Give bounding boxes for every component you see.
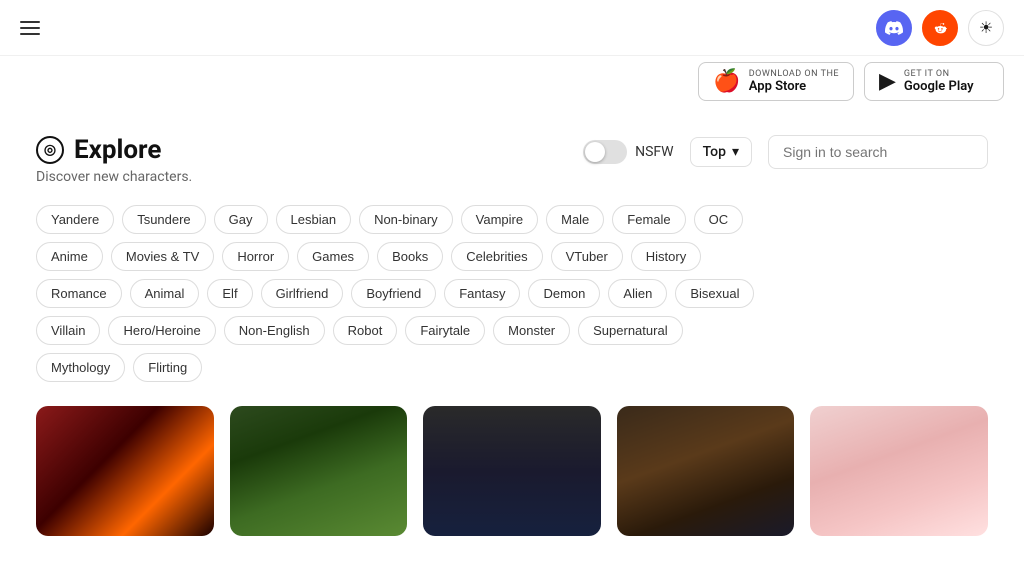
- tag-non-english[interactable]: Non-English: [224, 316, 325, 345]
- tag-girlfriend[interactable]: Girlfriend: [261, 279, 344, 308]
- explore-header: ◎ Explore Discover new characters. NSFW …: [36, 135, 988, 185]
- reddit-button[interactable]: [922, 10, 958, 46]
- tag-flirting[interactable]: Flirting: [133, 353, 202, 382]
- tag-vtuber[interactable]: VTuber: [551, 242, 623, 271]
- tag-gay[interactable]: Gay: [214, 205, 268, 234]
- tag-boyfriend[interactable]: Boyfriend: [351, 279, 436, 308]
- tag-celebrities[interactable]: Celebrities: [451, 242, 542, 271]
- chevron-down-icon: ▾: [732, 144, 739, 160]
- google-play-small: GET IT ON: [904, 69, 974, 79]
- tag-demon[interactable]: Demon: [528, 279, 600, 308]
- tag-bisexual[interactable]: Bisexual: [675, 279, 754, 308]
- character-card-3[interactable]: [423, 406, 601, 536]
- tag-animal[interactable]: Animal: [130, 279, 200, 308]
- tag-mythology[interactable]: Mythology: [36, 353, 125, 382]
- tag-horror[interactable]: Horror: [222, 242, 289, 271]
- tags-section: Yandere Tsundere Gay LesbianNon-binary Vampi…: [36, 205, 988, 382]
- explore-icon: ◎: [36, 136, 64, 164]
- tags-row-5: Mythology Flirting: [36, 353, 988, 382]
- tag-male[interactable]: Male: [546, 205, 604, 234]
- tag-fairytale[interactable]: Fairytale: [405, 316, 485, 345]
- apple-icon: 🍎: [713, 69, 740, 94]
- top-dropdown[interactable]: Top ▾: [690, 137, 752, 167]
- tag-hero-heroine[interactable]: Hero/Heroine: [108, 316, 215, 345]
- tag-yandere[interactable]: Yandere: [36, 205, 114, 234]
- google-play-badge[interactable]: ▶ GET IT ON Google Play: [864, 62, 1004, 101]
- tag-games[interactable]: Games: [297, 242, 369, 271]
- nav-left: [20, 21, 40, 35]
- tag-history[interactable]: History: [631, 242, 701, 271]
- tag-romance[interactable]: Romance: [36, 279, 122, 308]
- app-store-small: Download on the: [749, 69, 839, 79]
- tag-books[interactable]: Books: [377, 242, 443, 271]
- nsfw-label: NSFW: [635, 144, 673, 160]
- tags-row-4: Villain Hero/Heroine Non-English RobotFairy…: [36, 316, 988, 345]
- tag-supernatural[interactable]: Supernatural: [578, 316, 682, 345]
- tag-villain[interactable]: Villain: [36, 316, 100, 345]
- character-card-5[interactable]: [810, 406, 988, 536]
- tags-row-1: Yandere Tsundere Gay LesbianNon-binary Vampi…: [36, 205, 988, 234]
- character-card-2[interactable]: [230, 406, 408, 536]
- character-card-4[interactable]: [617, 406, 795, 536]
- tag-movies---tv[interactable]: Movies & TV: [111, 242, 214, 271]
- app-store-name: App Store: [749, 79, 839, 94]
- explore-title-text: Explore: [74, 135, 161, 165]
- tag-monster[interactable]: Monster: [493, 316, 570, 345]
- tag-lesbian[interactable]: Lesbian: [276, 205, 352, 234]
- tag-non-binary[interactable]: Non-binary: [359, 205, 453, 234]
- tag-anime[interactable]: Anime: [36, 242, 103, 271]
- search-input[interactable]: [768, 135, 988, 169]
- tag-robot[interactable]: Robot: [333, 316, 398, 345]
- top-label: Top: [703, 144, 726, 160]
- character-card-1[interactable]: [36, 406, 214, 536]
- explore-subtitle: Discover new characters.: [36, 169, 192, 185]
- tag-female[interactable]: Female: [612, 205, 685, 234]
- discord-button[interactable]: [876, 10, 912, 46]
- app-store-badge[interactable]: 🍎 Download on the App Store: [698, 62, 854, 101]
- tag-tsundere[interactable]: Tsundere: [122, 205, 205, 234]
- tag-fantasy[interactable]: Fantasy: [444, 279, 520, 308]
- main-content: ◎ Explore Discover new characters. NSFW …: [0, 107, 1024, 536]
- tag-vampire[interactable]: Vampire: [461, 205, 538, 234]
- cards-grid: [36, 406, 988, 536]
- google-play-icon: ▶: [879, 69, 896, 94]
- top-nav: ☀: [0, 0, 1024, 56]
- tags-row-2: Anime Movies & TV Horror Games Books Celebrit…: [36, 242, 988, 271]
- explore-controls: NSFW Top ▾: [583, 135, 988, 169]
- nav-right: ☀: [876, 10, 1004, 46]
- hamburger-menu[interactable]: [20, 21, 40, 35]
- store-bar: 🍎 Download on the App Store ▶ GET IT ON …: [0, 56, 1024, 107]
- tags-row-3: Romance AnimalElf GirlfriendBoyfriend Fanta…: [36, 279, 988, 308]
- google-play-name: Google Play: [904, 79, 974, 94]
- tag-elf[interactable]: Elf: [207, 279, 252, 308]
- theme-toggle-button[interactable]: ☀: [968, 10, 1004, 46]
- nsfw-toggle-area: NSFW: [583, 140, 673, 164]
- nsfw-toggle-switch[interactable]: [583, 140, 627, 164]
- explore-title: ◎ Explore: [36, 135, 192, 165]
- explore-title-area: ◎ Explore Discover new characters.: [36, 135, 192, 185]
- tag-oc[interactable]: OC: [694, 205, 744, 234]
- tag-alien[interactable]: Alien: [608, 279, 667, 308]
